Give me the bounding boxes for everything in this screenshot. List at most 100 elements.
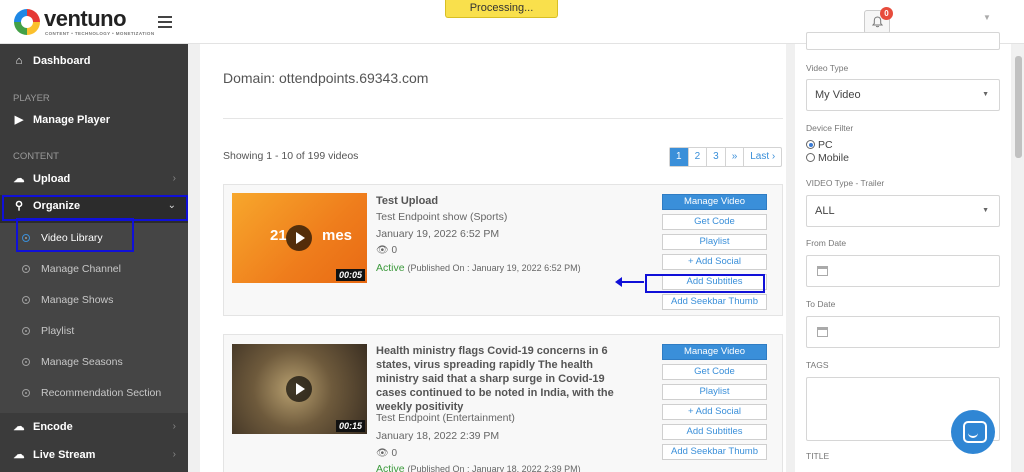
filter-panel: Video Type My Video ▼ Device Filter PC M… — [795, 32, 1011, 472]
circle-dot-icon — [22, 389, 30, 397]
chevron-down-icon: ▼ — [982, 91, 989, 98]
ventuno-logo[interactable]: ventuno CONTENT • TECHNOLOGY • MONETIZAT… — [14, 7, 154, 37]
from-date-input[interactable] — [806, 255, 1000, 287]
video-date: January 19, 2022 6:52 PM — [376, 228, 500, 240]
thumbnail-text: 21 — [270, 227, 287, 244]
circle-dot-icon — [22, 234, 30, 242]
divider — [223, 118, 783, 119]
sidebar-section-player: PLAYER — [13, 93, 50, 104]
radio-label: Mobile — [818, 152, 849, 164]
play-icon[interactable] — [286, 376, 312, 402]
status-active: Active — [376, 463, 405, 472]
play-circle-icon: ▶ — [14, 114, 24, 126]
video-type-value: My Video — [815, 89, 861, 101]
manage-video-button[interactable]: Manage Video — [662, 194, 767, 210]
manage-video-button[interactable]: Manage Video — [662, 344, 767, 360]
cloud-icon: ☁ — [13, 421, 25, 433]
add-seekbar-thumb-button[interactable]: Add Seekbar Thumb — [662, 294, 767, 310]
sidebar-subitem-manage-shows[interactable]: Manage Shows — [0, 286, 188, 314]
sidebar-subitem-video-library[interactable]: Video Library — [0, 224, 188, 252]
add-social-button[interactable]: + Add Social — [662, 404, 767, 420]
trailer-type-value: ALL — [815, 205, 835, 217]
sitemap-icon: ⚲ — [14, 200, 24, 212]
video-duration: 00:15 — [335, 420, 365, 432]
radio-checked-icon — [806, 140, 815, 149]
view-count: 0 — [391, 245, 398, 256]
sidebar-item-dashboard[interactable]: ⌂ Dashboard — [0, 47, 188, 75]
video-thumbnail[interactable]: 21 mes 00:05 — [232, 193, 367, 283]
video-type-select[interactable]: My Video ▼ — [806, 79, 1000, 111]
circle-dot-icon — [22, 327, 30, 335]
next-page-link[interactable]: » — [724, 148, 744, 166]
get-code-button[interactable]: Get Code — [662, 364, 767, 380]
page-3-link[interactable]: 3 — [706, 148, 725, 166]
circle-dot-icon — [22, 358, 30, 366]
playlist-button[interactable]: Playlist — [662, 234, 767, 250]
page-1-link[interactable]: 1 — [670, 148, 688, 166]
play-icon[interactable] — [286, 225, 312, 251]
video-card: 21 mes 00:05 Test Upload Test Endpoint s… — [223, 184, 783, 316]
playlist-button[interactable]: Playlist — [662, 384, 767, 400]
video-thumbnail[interactable]: 00:15 — [232, 344, 367, 434]
circle-dot-icon — [22, 296, 30, 304]
domain-heading: Domain: ottendpoints.69343.com — [223, 70, 429, 86]
chevron-right-icon: › — [172, 449, 176, 460]
sidebar-item-label: Upload — [33, 173, 71, 185]
sidebar-item-label: Encode — [33, 421, 73, 433]
user-menu-chevron-down-icon[interactable]: ▼ — [983, 13, 991, 22]
sidebar-subitem-manage-channel[interactable]: Manage Channel — [0, 255, 188, 283]
sidebar-item-encode[interactable]: ☁ Encode › — [0, 413, 188, 441]
add-social-button[interactable]: + Add Social — [662, 254, 767, 270]
video-date: January 18, 2022 2:39 PM — [376, 430, 500, 442]
eye-icon: 👁 — [376, 245, 389, 256]
cloud-upload-icon: ☁ — [13, 173, 25, 185]
chevron-down-icon: ⌄ — [167, 200, 176, 211]
trailer-type-select[interactable]: ALL ▼ — [806, 195, 1000, 227]
sidebar-item-label: Organize — [33, 200, 81, 212]
pagination: 1 2 3 » Last › — [669, 147, 783, 167]
sidebar-section-content: CONTENT — [13, 151, 59, 162]
annotation-arrow-icon — [615, 277, 644, 287]
video-library-panel: Domain: ottendpoints.69343.com Showing 1… — [200, 44, 786, 472]
page-scrollbar[interactable] — [1013, 44, 1024, 472]
get-code-button[interactable]: Get Code — [662, 214, 767, 230]
notification-count-badge: 0 — [880, 7, 893, 20]
menu-toggle-icon[interactable] — [158, 16, 172, 28]
trailer-type-label: VIDEO Type - Trailer — [806, 178, 885, 188]
sidebar-subitem-label: Manage Channel — [41, 263, 121, 275]
from-date-label: From Date — [806, 238, 847, 248]
video-card: 00:15 Health ministry flags Covid-19 con… — [223, 334, 783, 472]
sidebar-subitem-playlist[interactable]: Playlist — [0, 317, 188, 345]
top-field[interactable] — [806, 32, 1000, 50]
view-count: 0 — [391, 448, 398, 459]
sidebar-item-upload[interactable]: ☁ Upload › — [0, 165, 188, 193]
device-pc-radio[interactable]: PC — [806, 139, 833, 151]
sidebar-item-label: Dashboard — [33, 55, 91, 67]
scrollbar-thumb[interactable] — [1015, 56, 1022, 158]
video-title[interactable]: Test Upload — [376, 194, 636, 208]
device-mobile-radio[interactable]: Mobile — [806, 152, 849, 164]
calendar-icon — [817, 266, 828, 276]
to-date-input[interactable] — [806, 316, 1000, 348]
page-2-link[interactable]: 2 — [687, 148, 707, 166]
sidebar-item-live-stream[interactable]: ☁ Live Stream › — [0, 441, 188, 469]
video-endpoint: Test Endpoint (Entertainment) — [376, 412, 515, 424]
tags-label: TAGS — [806, 360, 829, 370]
last-page-link[interactable]: Last › — [743, 148, 781, 166]
chat-support-icon[interactable] — [951, 410, 995, 454]
home-icon: ⌂ — [15, 55, 23, 67]
video-title[interactable]: Health ministry flags Covid-19 concerns … — [376, 344, 636, 414]
circle-dot-icon — [22, 265, 30, 273]
sidebar-item-organize[interactable]: ⚲ Organize ⌄ — [0, 192, 188, 220]
add-seekbar-thumb-button[interactable]: Add Seekbar Thumb — [662, 444, 767, 460]
calendar-icon — [817, 327, 828, 337]
main-content: Domain: ottendpoints.69343.com Showing 1… — [188, 44, 788, 472]
sidebar-item-manage-player[interactable]: ▶ Manage Player — [0, 106, 188, 134]
add-subtitles-button[interactable]: Add Subtitles — [662, 424, 767, 440]
sidebar-subitem-manage-seasons[interactable]: Manage Seasons — [0, 348, 188, 376]
logo-tagline: CONTENT • TECHNOLOGY • MONETIZATION — [45, 31, 155, 36]
radio-unchecked-icon — [806, 153, 815, 162]
sidebar-subitem-label: Manage Shows — [41, 294, 114, 306]
add-subtitles-button[interactable]: Add Subtitles — [662, 274, 767, 290]
sidebar-subitem-recommendation-section[interactable]: Recommendation Section — [0, 379, 188, 407]
